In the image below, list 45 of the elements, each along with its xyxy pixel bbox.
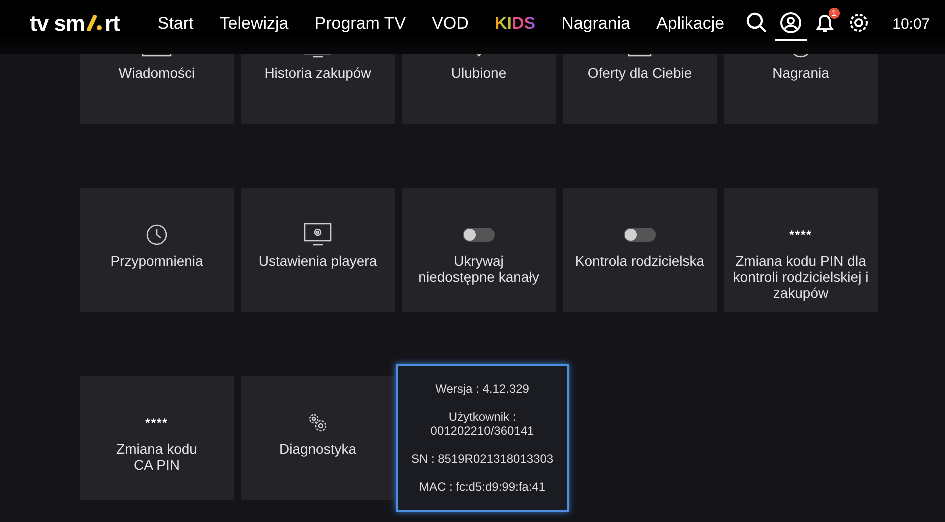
nav-link[interactable]: Nagrania: [552, 14, 641, 34]
tile-label: Ukrywaj niedostępne kanały: [418, 253, 540, 285]
settings-icon: [848, 12, 870, 34]
tile-label: Kontrola rodzicielska: [575, 253, 705, 269]
pin-mask: ****: [146, 416, 168, 430]
tile-label: Zmiana kodu PIN dla kontroli rodzicielskiej i zakupów: [732, 253, 870, 301]
monitor-gear-icon: [303, 223, 333, 247]
menu-tile[interactable]: Ustawienia playera: [241, 188, 395, 312]
info-text: Użytkownik : 001202210/360141: [430, 410, 534, 438]
clock-icon: [146, 224, 168, 246]
logo-slash-icon: [86, 15, 104, 31]
menu-tile[interactable]: **** Zmiana kodu PIN dla kontroli rodzicielskiej i zakupów: [724, 188, 878, 312]
notification-badge: 1: [828, 8, 840, 19]
menu-tile[interactable]: **** Zmiana kodu CA PIN: [80, 376, 234, 500]
info-text: SN : 8519R021318013303: [411, 452, 554, 466]
menu-tile[interactable]: Przypomnienia: [80, 188, 234, 312]
account-icon: [780, 12, 802, 34]
info-text: MAC : fc:d5:d9:99:fa:41: [419, 480, 546, 494]
menu-tile[interactable]: Diagnostyka: [241, 376, 395, 500]
tile-label: Wiadomości: [118, 65, 196, 81]
logo-text: rt: [104, 11, 120, 37]
tile-label: Przypomnienia: [110, 253, 204, 269]
tile-label: Ulubione: [451, 65, 507, 81]
menu-tile[interactable]: Kontrola rodzicielska: [563, 188, 717, 312]
bell-button[interactable]: 1: [808, 7, 841, 41]
toggle-switch[interactable]: [463, 228, 495, 242]
tile-label: Diagnostyka: [279, 441, 357, 457]
tile-label: Zmiana kodu CA PIN: [116, 441, 198, 473]
info-text: Wersja : 4.12.329: [436, 382, 530, 396]
nav-link[interactable]: Aplikacje: [646, 14, 735, 34]
tile-label: Nagrania: [772, 65, 830, 81]
nav-link[interactable]: Telewizja: [210, 14, 299, 34]
menu-tile[interactable]: Ukrywaj niedostępne kanały: [402, 188, 556, 312]
logo-text: tv sm: [30, 11, 85, 37]
tile-label: Historia zakupów: [264, 65, 372, 81]
tile-label: Ustawienia playera: [258, 253, 378, 269]
toggle-switch[interactable]: [624, 228, 656, 242]
nav-link[interactable]: Program TV: [304, 14, 416, 34]
search-icon: [746, 12, 768, 34]
pin-mask: ****: [790, 228, 812, 242]
nav-link[interactable]: Start: [148, 14, 204, 34]
bell-icon: [814, 12, 836, 34]
clock: 10:07: [892, 16, 930, 32]
tile-label: Oferty dla Ciebie: [588, 65, 692, 81]
nav-link[interactable]: VOD: [422, 14, 479, 34]
